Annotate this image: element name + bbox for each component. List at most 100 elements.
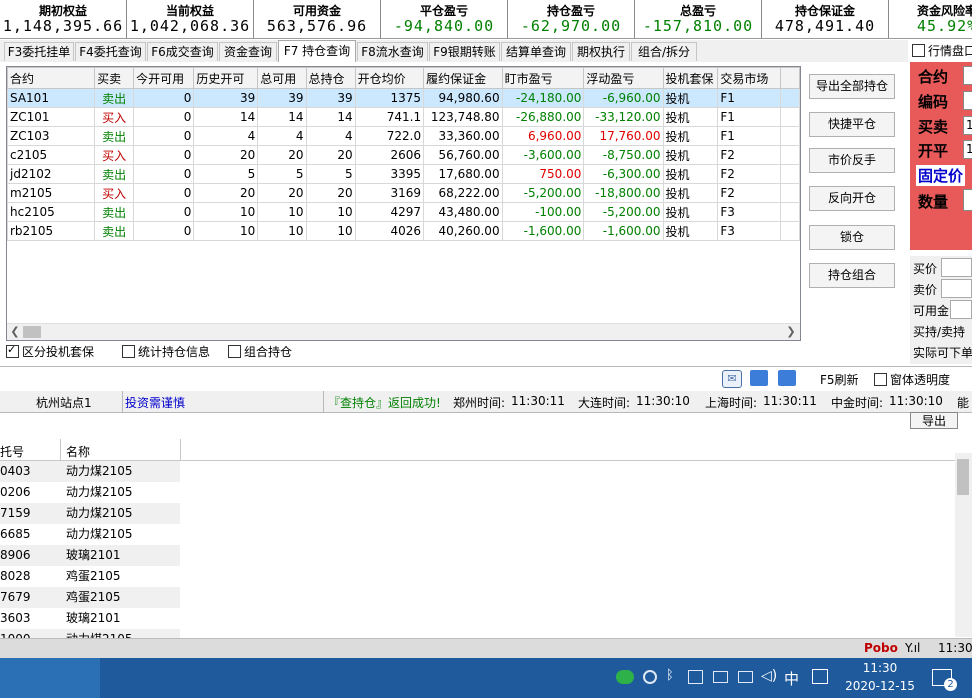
scroll-right-icon[interactable]: ❯ xyxy=(784,325,798,339)
position-cell: 投机 xyxy=(662,164,719,184)
mail-icon[interactable]: ✉ xyxy=(722,370,742,388)
column-header[interactable]: 交易市场 xyxy=(717,67,782,89)
export-all-positions-button[interactable]: 导出全部持仓 xyxy=(809,74,895,99)
shanghai-time: 11:30:11 xyxy=(763,394,817,408)
position-combo-button[interactable]: 持仓组合 xyxy=(809,263,895,288)
position-row[interactable]: c2105 买入 0 20 20 20 2606 56,760.00 -3,600.00 -8,7… xyxy=(7,145,800,165)
checkbox-icon[interactable] xyxy=(228,345,241,358)
position-row[interactable]: ZC101 买入 0 14 14 14 741.1 123,748.80 -26,880.00-… xyxy=(7,107,800,127)
tab-position-query[interactable]: F7 持仓查询 xyxy=(278,40,356,62)
position-cell: 投机 xyxy=(662,88,719,108)
lock-position-button[interactable]: 锁仓 xyxy=(809,225,895,250)
tab-funds-query[interactable]: 资金查询 xyxy=(219,42,277,61)
combo-position-checkbox[interactable]: 组合持仓 xyxy=(228,345,292,359)
transparency-checkbox[interactable]: 窗体透明度 xyxy=(874,371,950,388)
tab-order-query[interactable]: F4委托查询 xyxy=(75,42,146,61)
order-list-row[interactable]: 3603 玻璃2101 xyxy=(0,608,180,629)
position-cell: -100.00 xyxy=(501,202,585,222)
checkbox-icon[interactable] xyxy=(874,373,887,386)
fixed-price-label[interactable]: 固定价 xyxy=(916,165,966,186)
order-list-row[interactable]: 7679 鸡蛋2105 xyxy=(0,587,180,608)
order-list-row[interactable]: 8028 鸡蛋2105 xyxy=(0,566,180,587)
taskbar-date[interactable]: 2020-12-15 xyxy=(845,679,915,693)
tab-pending-orders[interactable]: F3委托挂单 xyxy=(4,42,74,61)
buy-sell-select[interactable]: 1 xyxy=(963,116,972,135)
summary-initial-equity: 期初权益 1,148,395.66 xyxy=(0,0,127,38)
quick-close-button[interactable]: 快捷平仓 xyxy=(809,112,895,137)
tab-trade-query[interactable]: F6成交查询 xyxy=(147,42,218,61)
ime-mode-icon[interactable] xyxy=(812,669,828,684)
tab-bank-transfer[interactable]: F9银期转账 xyxy=(429,42,500,61)
ime-indicator[interactable]: 中 xyxy=(784,668,799,689)
reverse-open-button[interactable]: 反向开仓 xyxy=(809,186,895,211)
position-cell: -6,300.00 xyxy=(583,164,664,184)
checkbox-icon[interactable] xyxy=(912,44,925,57)
tab-combo-split[interactable]: 组合/拆分 xyxy=(631,42,697,61)
refresh-button[interactable]: F5刷新 xyxy=(820,371,859,388)
contract-input[interactable] xyxy=(963,66,972,85)
distinguish-hedge-checkbox[interactable]: 区分投机套保 xyxy=(6,343,94,359)
position-row[interactable]: jd2102 卖出 0 5 5 5 3395 17,680.00 750.00 -6,300.00… xyxy=(7,164,800,184)
taskbar-active-app[interactable] xyxy=(0,658,100,698)
position-cell: 94,980.60 xyxy=(423,88,503,108)
window-icon[interactable] xyxy=(750,370,768,386)
taskbar-time[interactable]: 11:30 xyxy=(845,661,915,675)
tab-statement-query[interactable]: 结算单查询 xyxy=(501,42,571,61)
checkbox-icon[interactable] xyxy=(122,345,135,358)
volume-icon[interactable]: ◁) xyxy=(761,668,777,684)
position-cell: 4026 xyxy=(354,221,425,241)
zhengzhou-time: 11:30:11 xyxy=(511,394,565,408)
horizontal-scrollbar[interactable]: ❮ ❯ xyxy=(7,323,800,340)
vertical-scrollbar[interactable] xyxy=(955,453,972,637)
column-header[interactable]: 投机套保 xyxy=(662,67,719,89)
order-list-row[interactable]: 6685 动力煤2105 xyxy=(0,524,180,545)
position-row[interactable]: SA101 卖出 0 39 39 39 1375 94,980.60 -24,180.00 -6,… xyxy=(7,88,800,108)
open-close-select[interactable]: 1 xyxy=(963,140,972,159)
scroll-thumb[interactable] xyxy=(957,459,969,495)
position-row[interactable]: m2105 买入 0 20 20 20 3169 68,222.00 -5,200.00 -18,… xyxy=(7,183,800,203)
keyboard-icon[interactable] xyxy=(713,671,728,683)
export-button[interactable]: 导出 xyxy=(910,412,958,429)
summary-close-pnl: 平仓盈亏 -94,840.00 xyxy=(381,0,508,38)
ask-price-field xyxy=(941,279,972,298)
position-cell: -5,200.00 xyxy=(583,202,664,222)
position-row[interactable]: hc2105 卖出 0 10 10 10 4297 43,480.00 -100.00 -5,20… xyxy=(7,202,800,222)
position-cell: 123,748.80 xyxy=(423,107,503,127)
checkbox-checked-icon[interactable] xyxy=(6,343,19,358)
column-header[interactable]: 今开可用 xyxy=(133,67,195,89)
wechat-icon[interactable] xyxy=(616,670,634,684)
globe-icon[interactable] xyxy=(643,670,657,684)
scroll-thumb[interactable] xyxy=(23,326,41,338)
network-icon[interactable] xyxy=(738,671,753,683)
tray-icon[interactable] xyxy=(688,670,703,684)
column-header[interactable]: 总持仓 xyxy=(305,67,356,89)
order-list-row[interactable]: 0206 动力煤2105 xyxy=(0,482,180,503)
column-header[interactable]: 盯市盈亏 xyxy=(501,67,585,89)
quantity-input[interactable] xyxy=(963,189,972,211)
market-reverse-button[interactable]: 市价反手 xyxy=(809,148,895,173)
column-header[interactable]: 开仓均价 xyxy=(354,67,425,89)
stats-position-checkbox[interactable]: 统计持仓信息 xyxy=(122,345,210,359)
column-header[interactable]: 浮动盈亏 xyxy=(583,67,664,89)
bluetooth-icon[interactable]: ᛒ xyxy=(666,668,674,683)
summary-value: -157,810.00 xyxy=(642,17,754,35)
column-header[interactable]: 履约保证金 xyxy=(423,67,503,89)
tab-option-exercise[interactable]: 期权执行 xyxy=(572,42,630,61)
order-list-row[interactable]: 0403 动力煤2105 xyxy=(0,461,180,482)
column-header[interactable] xyxy=(780,67,800,89)
column-header[interactable]: 买卖 xyxy=(94,67,135,89)
quote-panel-checkbox[interactable]: 行情盘口 xyxy=(912,42,972,59)
tab-flow-query[interactable]: F8流水查询 xyxy=(357,42,428,61)
position-row[interactable]: rb2105 卖出 0 10 10 10 4026 40,260.00 -1,600.00 -1,… xyxy=(7,221,800,241)
position-cell: 68,222.00 xyxy=(423,183,503,203)
position-cell: 10 xyxy=(305,221,356,241)
column-header[interactable]: 合约 xyxy=(7,67,96,89)
order-list-row[interactable]: 7159 动力煤2105 xyxy=(0,503,180,524)
scroll-left-icon[interactable]: ❮ xyxy=(8,325,22,339)
window-icon[interactable] xyxy=(778,370,796,386)
order-list-row[interactable]: 8906 玻璃2101 xyxy=(0,545,180,566)
column-header[interactable]: 总可用 xyxy=(257,67,307,89)
position-row[interactable]: ZC103 卖出 0 4 4 4 722.0 33,360.00 6,960.00 17,760.… xyxy=(7,126,800,146)
code-input[interactable] xyxy=(963,91,972,110)
column-header[interactable]: 历史开可 xyxy=(193,67,259,89)
